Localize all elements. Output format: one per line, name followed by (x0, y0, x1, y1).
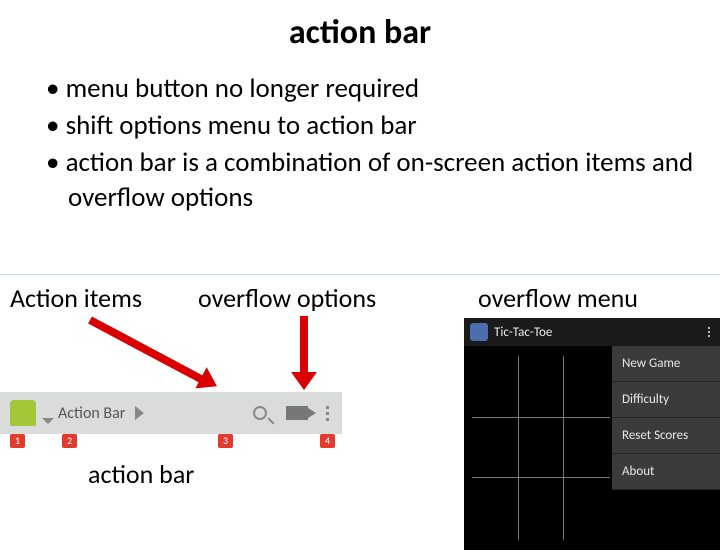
bullet-item: menu button no longer required (46, 71, 700, 106)
bullet-item: shift options menu to action bar (46, 108, 700, 143)
actionbar-caption: action bar (88, 458, 194, 490)
actionbar-title: Action Bar (58, 404, 125, 423)
tictactoe-board (472, 356, 610, 540)
overflow-icon[interactable] (320, 406, 334, 421)
actionbar-example: Action Bar (0, 392, 342, 434)
dropdown-caret-icon (42, 418, 54, 424)
bullet-list: menu button no longer required shift opt… (46, 71, 700, 215)
overflow-dropdown-menu: New Game Difficulty Reset Scores About (612, 346, 720, 490)
arrow-action-items (88, 316, 208, 385)
menu-item-about[interactable]: About (612, 454, 720, 490)
divider-line (0, 274, 720, 275)
app-title: Tic-Tac-Toe (494, 325, 704, 340)
overflow-menu-example: Tic-Tac-Toe New Game Difficulty Reset Sc… (464, 318, 720, 550)
search-icon[interactable] (246, 399, 274, 427)
label-overflow-menu: overflow menu (478, 282, 638, 314)
callout-marker: 4 (320, 434, 335, 448)
overflow-icon[interactable] (704, 327, 714, 337)
menu-item-difficulty[interactable]: Difficulty (612, 382, 720, 418)
actionbar-callout-markers: 1 2 3 4 (0, 434, 342, 452)
camera-icon[interactable] (286, 406, 308, 420)
callout-marker: 3 (218, 434, 233, 448)
bullet-item: action bar is a combination of on-screen… (46, 145, 700, 215)
app-icon (6, 396, 40, 430)
arrow-overflow-options (300, 316, 308, 374)
android-logo-icon (10, 400, 36, 426)
app-icon (470, 323, 488, 341)
callout-marker: 1 (10, 434, 25, 448)
slide-title: action bar (0, 12, 720, 53)
menu-item-new-game[interactable]: New Game (612, 346, 720, 382)
spinner-indicator-icon (135, 406, 144, 420)
arrow-head-icon (291, 372, 317, 390)
menu-item-reset-scores[interactable]: Reset Scores (612, 418, 720, 454)
callout-marker: 2 (62, 434, 77, 448)
label-overflow-options: overflow options (198, 282, 376, 314)
label-action-items: Action items (10, 282, 142, 314)
app-titlebar: Tic-Tac-Toe (464, 318, 720, 346)
